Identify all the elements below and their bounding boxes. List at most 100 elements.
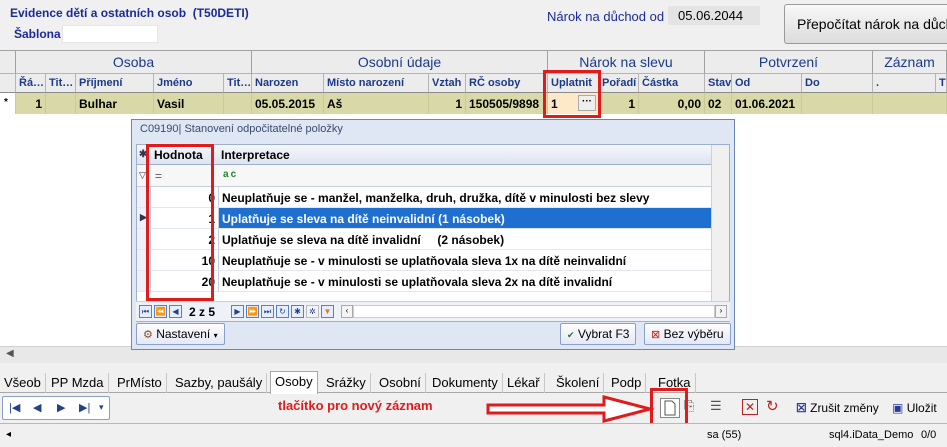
- row-indicator: *: [0, 93, 16, 114]
- ok-icon: ✔: [567, 330, 575, 340]
- col-t[interactable]: T: [936, 74, 947, 93]
- save-button[interactable]: ▣ Uložit: [892, 397, 937, 419]
- tab-srazky[interactable]: Srážky: [322, 373, 371, 393]
- cell-jmeno[interactable]: Vasil: [154, 93, 224, 114]
- table-row[interactable]: * 1 Bulhar Vasil 05.05.2015 Aš 1 150505/…: [0, 93, 947, 114]
- sablona-field[interactable]: [62, 25, 158, 43]
- last-record-icon[interactable]: ▶|: [79, 401, 90, 414]
- prev-record-icon[interactable]: ◀: [33, 401, 41, 414]
- cell-do[interactable]: [802, 93, 873, 114]
- tab-lekar[interactable]: Lékař: [503, 373, 545, 393]
- tab-osoby[interactable]: Osoby: [270, 371, 318, 394]
- no-select-icon: ⊠: [651, 329, 661, 341]
- funnel-icon[interactable]: ▼: [321, 305, 334, 318]
- cell-rc[interactable]: 150505/9898: [466, 93, 548, 114]
- cell-titul2[interactable]: [224, 93, 252, 114]
- list-item[interactable]: 0 Neuplatňuje se - manžel, manželka, dru…: [137, 187, 711, 208]
- save-icon: ▣: [892, 401, 904, 415]
- cell-stav[interactable]: 02: [705, 93, 732, 114]
- cell-misto[interactable]: Aš: [324, 93, 429, 114]
- col-castka[interactable]: Částka: [639, 74, 705, 93]
- cell-zaznam[interactable]: [873, 93, 947, 114]
- filter-abc[interactable]: a c: [223, 169, 236, 180]
- scroll-left-icon[interactable]: ‹: [341, 305, 353, 318]
- col-misto[interactable]: Místo narození: [324, 74, 429, 93]
- item-text: Neuplatňuje se - manžel, manželka, druh,…: [222, 191, 650, 205]
- first-page-icon[interactable]: ⏮: [139, 305, 152, 318]
- list-item[interactable]: 10 Neuplatňuje se - v minulosti se uplat…: [137, 250, 711, 271]
- col-titul[interactable]: Tit…: [46, 74, 76, 93]
- narok-value: 05.06.2044: [668, 6, 760, 25]
- cell-castka[interactable]: 0,00: [639, 93, 705, 114]
- col-narozen[interactable]: Narozen: [252, 74, 324, 93]
- form-title: Evidence dětí a ostatních osob (T50DETI): [10, 6, 249, 20]
- lookup-vscroll[interactable]: [711, 145, 729, 321]
- recalc-button[interactable]: Přepočítat nárok na důchod: [784, 4, 947, 44]
- cell-titul[interactable]: [46, 93, 76, 114]
- cell-prijmeni[interactable]: Bulhar: [76, 93, 154, 114]
- next-record-icon[interactable]: ▶: [57, 401, 65, 414]
- status-bar: ◂ sa (55) sql4.iData_Demo 0/0: [0, 423, 947, 447]
- list-item[interactable]: 2 Uplatňuje se sleva na dítě invalidní (…: [137, 229, 711, 250]
- cell-od[interactable]: 01.06.2021: [732, 93, 802, 114]
- col-rc[interactable]: RČ osoby: [466, 74, 548, 93]
- star-icon[interactable]: ✲: [306, 305, 319, 318]
- scroll-right-icon[interactable]: ›: [715, 305, 727, 318]
- annotation-text: tlačítko pro nový záznam: [278, 398, 433, 413]
- col-od[interactable]: Od: [732, 74, 802, 93]
- tab-skoleni[interactable]: Školení: [552, 373, 605, 393]
- list-item[interactable]: 20 Neuplatňuje se - v minulosti se uplat…: [137, 271, 711, 292]
- col-jmeno[interactable]: Jméno: [154, 74, 224, 93]
- refresh-icon[interactable]: ↻: [276, 305, 289, 318]
- asterisk-nav-icon[interactable]: ✱: [291, 305, 304, 318]
- select-button[interactable]: ✔ Vybrat F3: [560, 323, 637, 345]
- delete-record-button[interactable]: ✕: [742, 399, 758, 415]
- cell-rad[interactable]: 1: [16, 93, 46, 114]
- next-page-icon[interactable]: ⏩: [246, 305, 259, 318]
- prev-record-icon[interactable]: ◀: [169, 305, 182, 318]
- cell-poradi[interactable]: 1: [599, 93, 639, 114]
- bottom-toolbar: |◀ ◀ ▶ ▶| ▾ tlačítko pro nový záznam ⎘ ☰…: [0, 394, 947, 423]
- status-db: sql4.iData_Demo: [829, 429, 914, 441]
- first-record-icon[interactable]: |◀: [9, 401, 20, 414]
- tab-sazby[interactable]: Sazby, paušály: [171, 373, 268, 393]
- tab-dokumenty[interactable]: Dokumenty: [428, 373, 503, 393]
- nav-scrollbar[interactable]: [353, 305, 715, 318]
- list-item-selected[interactable]: ▶ 1 Uplatňuje se sleva na dítě neinvalid…: [137, 208, 711, 229]
- title-text: Evidence dětí a ostatních osob: [10, 6, 187, 20]
- tab-vseob[interactable]: Všeob: [0, 373, 46, 393]
- col-do[interactable]: Do: [802, 74, 873, 93]
- edit-record-button[interactable]: ☰: [710, 398, 730, 418]
- col-stav[interactable]: Stav: [705, 74, 732, 93]
- tab-osobni[interactable]: Osobní: [375, 373, 426, 393]
- chevron-down-icon[interactable]: ▾: [99, 402, 104, 413]
- refresh-button[interactable]: ↻: [766, 397, 779, 415]
- col-interpretace[interactable]: Interpretace: [221, 148, 290, 162]
- next-record-icon[interactable]: ▶: [231, 305, 244, 318]
- col-titul2[interactable]: Tit…: [224, 74, 252, 93]
- status-count: 0/0: [921, 429, 937, 441]
- col-prijmeni[interactable]: Příjmení: [76, 74, 154, 93]
- col-vztah[interactable]: Vztah: [429, 74, 466, 93]
- tab-podp[interactable]: Podp: [607, 373, 647, 393]
- prev-page-icon[interactable]: ⏪: [154, 305, 167, 318]
- last-page-icon[interactable]: ⏭: [261, 305, 274, 318]
- cell-narozen[interactable]: 05.05.2015: [252, 93, 324, 114]
- col-rad[interactable]: Řá…: [16, 74, 46, 93]
- settings-label: Nastavení: [156, 327, 211, 341]
- col-indicator: [0, 74, 16, 93]
- cell-vztah[interactable]: 1: [429, 93, 466, 114]
- scroll-left-icon[interactable]: ◀: [6, 348, 14, 359]
- title-code: (T50DETI): [192, 6, 249, 20]
- col-zaznam[interactable]: .: [873, 74, 936, 93]
- col-poradi[interactable]: Pořadí: [599, 74, 639, 93]
- no-select-button[interactable]: ⊠ Bez výběru: [644, 323, 731, 345]
- tab-pp-mzda[interactable]: PP Mzda: [47, 373, 109, 393]
- chevron-down-icon: ▾: [213, 331, 218, 340]
- cancel-changes-button[interactable]: ☒ Zrušit změny: [796, 397, 879, 419]
- sablona-label: Šablona: [14, 27, 61, 41]
- settings-button[interactable]: ⚙ Nastavení ▾: [136, 323, 225, 345]
- record-navigator: |◀ ◀ ▶ ▶| ▾: [2, 396, 110, 420]
- tab-prmisto[interactable]: PrMísto: [113, 373, 167, 393]
- lookup-grid: ✱ Hodnota Interpretace ▽ = a c 0 Neuplat…: [136, 144, 730, 322]
